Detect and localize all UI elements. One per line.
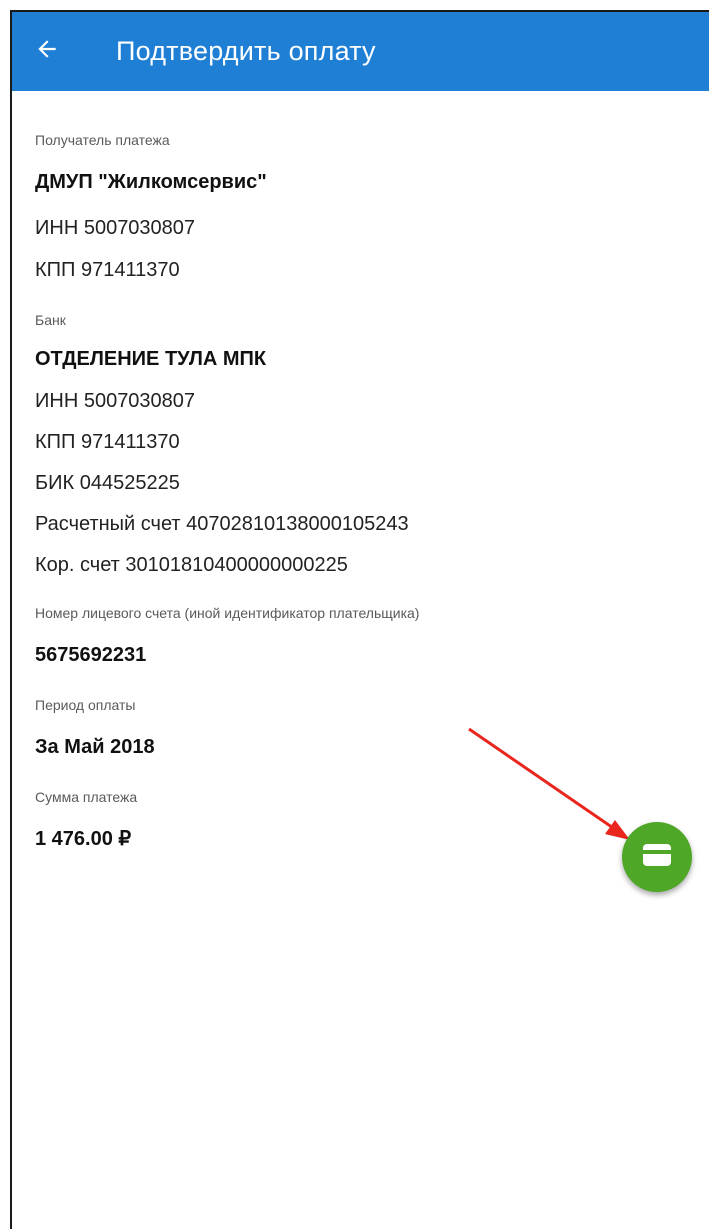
recipient-name: ДМУП "Жилкомсервис" [35, 171, 267, 193]
period-label: Период оплаты [35, 697, 136, 713]
bank-label: Банк [35, 312, 66, 328]
bank-account: Расчетный счет 40702810138000105243 [35, 513, 409, 535]
amount-section: Сумма платежа 1 476.00 ₽ [35, 787, 699, 853]
payer-section: Номер лицевого счета (иной идентификатор… [35, 603, 699, 669]
recipient-label: Получатель платежа [35, 132, 170, 148]
payer-label: Номер лицевого счета (иной идентификатор… [35, 605, 420, 621]
period-value: За Май 2018 [35, 736, 155, 758]
recipient-section: Получатель платежа ДМУП "Жилкомсервис" И… [35, 130, 699, 284]
bank-kpp: КПП 971411370 [35, 431, 180, 453]
back-button[interactable] [12, 12, 82, 91]
bank-inn: ИНН 5007030807 [35, 390, 196, 412]
screen: Подтвердить оплату Получатель платежа ДМ… [10, 10, 709, 1229]
period-section: Период оплаты За Май 2018 [35, 695, 699, 761]
payer-id: 5675692231 [35, 644, 147, 666]
bank-section: Банк ОТДЕЛЕНИЕ ТУЛА МПК ИНН 5007030807 К… [35, 310, 699, 579]
recipient-inn: ИНН 5007030807 [35, 217, 196, 239]
pay-button[interactable] [622, 822, 692, 892]
payment-details: Получатель платежа ДМУП "Жилкомсервис" И… [35, 130, 699, 853]
credit-card-icon [643, 843, 671, 871]
recipient-kpp: КПП 971411370 [35, 259, 180, 281]
page-title: Подтвердить оплату [116, 36, 376, 66]
bank-corr-account: Кор. счет 30101810400000000225 [35, 554, 348, 576]
bank-name: ОТДЕЛЕНИЕ ТУЛА МПК [35, 348, 267, 370]
app-bar: Подтвердить оплату [12, 12, 709, 91]
amount-label: Сумма платежа [35, 789, 138, 805]
arrow-back-icon [34, 36, 60, 67]
bank-bik: БИК 044525225 [35, 472, 180, 494]
amount-value: 1 476.00 ₽ [35, 828, 132, 850]
